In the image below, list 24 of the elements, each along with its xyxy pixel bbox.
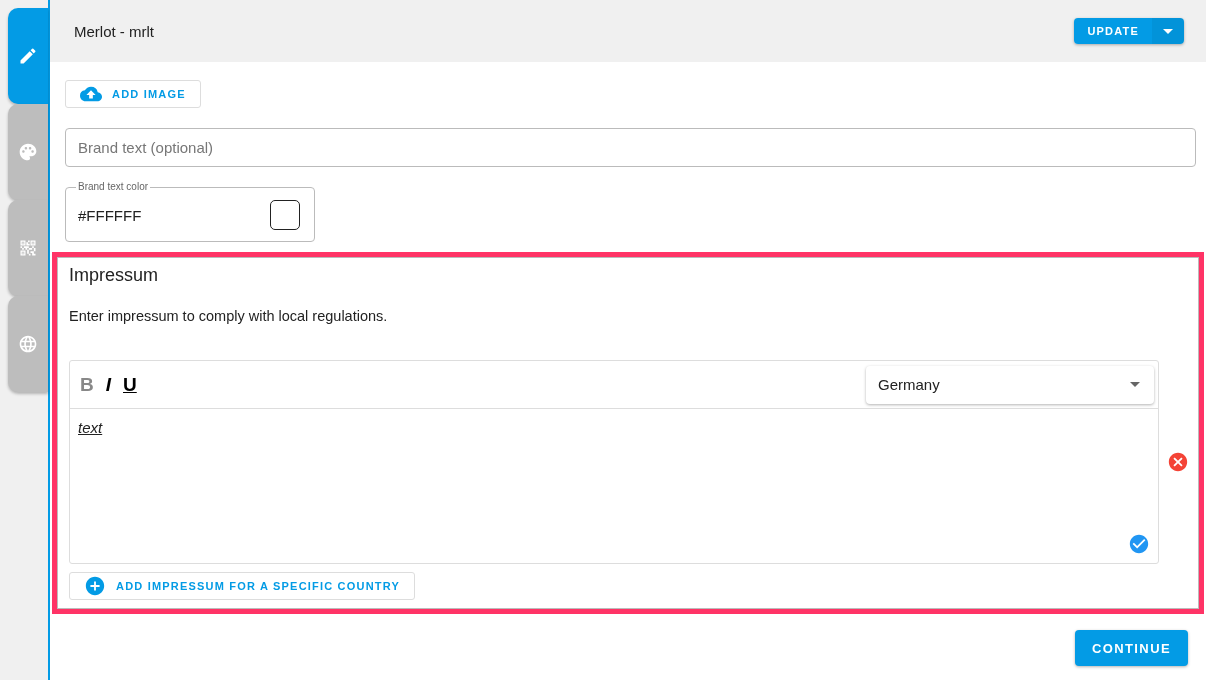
- country-select[interactable]: Germany: [866, 365, 1154, 404]
- pencil-icon: [18, 46, 38, 66]
- section-title: Impressum: [69, 265, 159, 286]
- bold-format-button[interactable]: B: [76, 373, 98, 396]
- palette-icon: [18, 142, 38, 162]
- dropdown-caret-icon: [1130, 382, 1140, 387]
- brand-text-color-field[interactable]: Brand text color #FFFFFF: [65, 181, 315, 242]
- underline-format-button[interactable]: U: [119, 373, 141, 396]
- side-tab[interactable]: [8, 296, 48, 392]
- remove-icon[interactable]: [1167, 451, 1189, 473]
- italic-format-button[interactable]: I: [101, 373, 115, 396]
- update-dropdown-button[interactable]: [1152, 18, 1184, 44]
- side-tab[interactable]: [8, 104, 48, 200]
- color-swatch[interactable]: [270, 200, 300, 230]
- caret-icon: [1163, 28, 1173, 34]
- side-tab[interactable]: [8, 8, 48, 104]
- qr-code-icon: [18, 238, 38, 258]
- globe-icon: [18, 334, 38, 354]
- page-title: Merlot - mrlt: [74, 22, 154, 40]
- section-description: Enter impressum to comply with local regulations.: [69, 308, 389, 324]
- field-label: Brand text color: [77, 181, 150, 193]
- brand-text-field[interactable]: Brand text (optional): [65, 128, 1196, 167]
- editor-text[interactable]: text: [78, 419, 103, 436]
- color-value: #FFFFFF: [78, 206, 142, 224]
